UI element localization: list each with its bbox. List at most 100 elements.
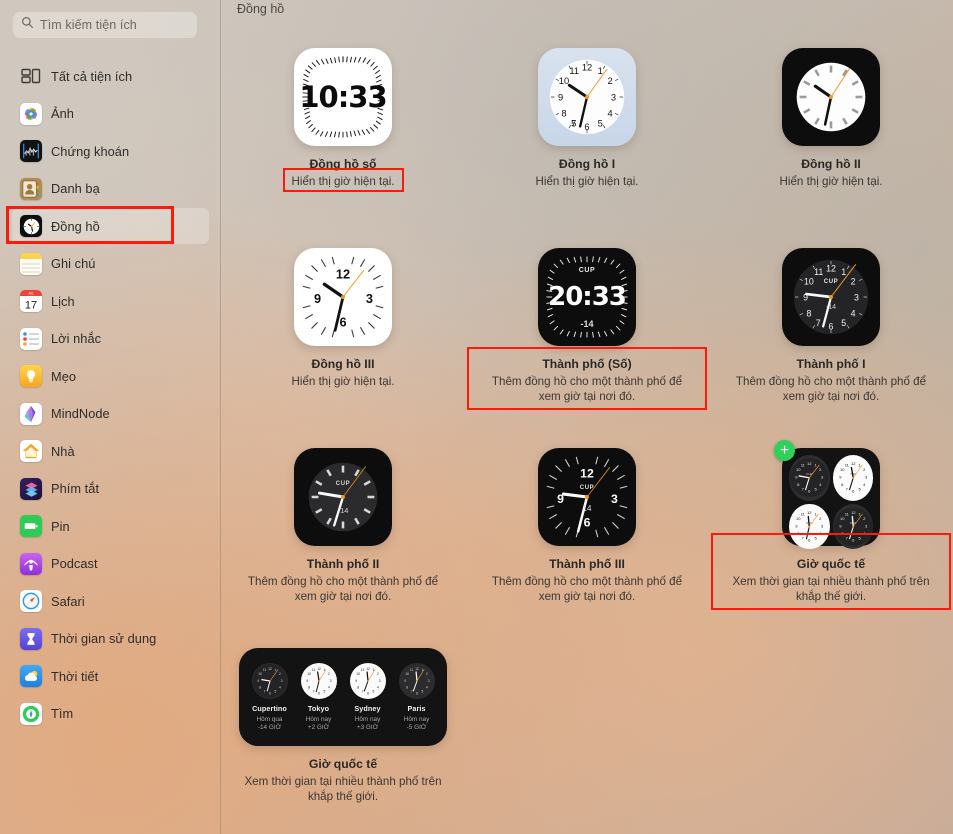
svg-text:11: 11 bbox=[801, 511, 806, 516]
sidebar-item-reminders[interactable]: Lời nhắc bbox=[12, 321, 209, 357]
svg-text:7: 7 bbox=[571, 119, 576, 129]
sidebar-item-all-widgets[interactable]: Tất cả tiện ích bbox=[12, 58, 209, 94]
svg-text:11: 11 bbox=[311, 668, 315, 672]
widget-preview-analog-clock-iii: 12 3 6 9 bbox=[294, 248, 392, 346]
search-input[interactable]: Tìm kiếm tiện ích bbox=[13, 12, 197, 38]
sidebar-item-weather[interactable]: Thời tiết bbox=[12, 658, 209, 694]
svg-text:9: 9 bbox=[314, 291, 321, 306]
sidebar-item-clock[interactable]: Đồng hồ bbox=[12, 208, 209, 244]
sidebar-item-calendar[interactable]: JUL 17 Lịch bbox=[12, 283, 209, 319]
widget-card-analog-clock-iii[interactable]: 12 3 6 9 Đồng hồ III Hiển thị giờ hiện t… bbox=[221, 230, 465, 430]
svg-text:12: 12 bbox=[850, 509, 855, 514]
widget-description: Hiển thị giờ hiện tại. bbox=[535, 175, 639, 188]
sidebar-item-label: Mẹo bbox=[51, 368, 77, 384]
sidebar-item-label: MindNode bbox=[51, 406, 110, 421]
widget-gallery-window: Tìm kiếm tiện ích Tất cả tiện ích Ảnh Ch… bbox=[0, 0, 953, 834]
sidebar-item-shortcuts[interactable]: Phím tắt bbox=[12, 471, 209, 507]
svg-text:5: 5 bbox=[323, 689, 325, 693]
mini-clock-sydney: 1212 345 678 91011 SYD bbox=[789, 503, 830, 549]
sidebar-item-find-my[interactable]: Tìm bbox=[12, 696, 209, 732]
sidebar-item-tips[interactable]: Mẹo bbox=[12, 358, 209, 394]
svg-text:9: 9 bbox=[355, 679, 357, 683]
svg-text:7: 7 bbox=[263, 689, 265, 693]
plus-icon: + bbox=[779, 441, 790, 459]
svg-text:1: 1 bbox=[598, 66, 603, 76]
sidebar-item-stocks[interactable]: Chứng khoán bbox=[12, 133, 209, 169]
sidebar-item-notes[interactable]: Ghi chú bbox=[12, 246, 209, 282]
reminders-app-icon bbox=[20, 327, 42, 350]
svg-text:6: 6 bbox=[269, 691, 271, 695]
sidebar-item-label: Lịch bbox=[51, 293, 75, 309]
time-offset-label: 14 bbox=[582, 504, 592, 513]
sidebar-item-photos[interactable]: Ảnh bbox=[12, 96, 209, 132]
svg-text:4: 4 bbox=[426, 685, 428, 689]
shortcuts-app-icon bbox=[20, 477, 42, 500]
sidebar-item-safari[interactable]: Safari bbox=[12, 583, 209, 619]
city-day: Hôm qua bbox=[256, 715, 283, 723]
battery-app-icon bbox=[20, 515, 42, 537]
svg-text:3: 3 bbox=[366, 291, 373, 306]
svg-text:8: 8 bbox=[308, 685, 310, 689]
sidebar-item-label: Thời gian sử dụng bbox=[51, 631, 157, 646]
add-widget-button[interactable]: + bbox=[774, 440, 795, 461]
widget-card-analog-clock-i[interactable]: 12 1 2 3 4 5 6 5 x 7 8 9 10 bbox=[465, 30, 709, 230]
city-name: Cupertino bbox=[252, 703, 287, 713]
sidebar-item-contacts[interactable]: Danh bạ bbox=[12, 171, 209, 207]
svg-text:3: 3 bbox=[854, 292, 859, 302]
svg-text:5: 5 bbox=[841, 318, 846, 328]
sidebar-item-label: Podcast bbox=[51, 556, 98, 571]
widget-description: Xem thời gian tại nhiều thành phố trên k… bbox=[244, 775, 442, 803]
widget-title: Thành phố III bbox=[549, 557, 625, 571]
svg-text:6: 6 bbox=[829, 321, 834, 331]
search-placeholder: Tìm kiếm tiện ích bbox=[40, 18, 137, 32]
widget-card-city-analog-i[interactable]: 12 1 2 3 4 5 6 7 8 9 10 11 CUP -14 Thành… bbox=[709, 230, 953, 430]
widget-card-city-digital[interactable]: CUP 20:33 -14 Thành phố (Số) Thêm đồng h… bbox=[465, 230, 709, 430]
svg-text:6: 6 bbox=[367, 691, 369, 695]
svg-text:12: 12 bbox=[336, 266, 350, 281]
sidebar-item-podcasts[interactable]: Podcast bbox=[12, 546, 209, 582]
svg-text:12: 12 bbox=[850, 461, 855, 466]
sidebar-item-battery[interactable]: Pin bbox=[12, 508, 209, 544]
city-day: Hôm nay bbox=[403, 715, 430, 723]
svg-text:10: 10 bbox=[307, 672, 311, 676]
svg-text:10: 10 bbox=[258, 672, 262, 676]
time-offset-label: -14 bbox=[580, 319, 594, 329]
digital-time-value: 20:33 bbox=[548, 282, 627, 312]
city-name: Paris bbox=[407, 703, 426, 713]
widget-description: Hiển thị giờ hiện tại. bbox=[779, 175, 883, 188]
widget-card-world-clock-wide[interactable]: 12 1 2 345 678 9 10 11 Cupertino Hôm qua… bbox=[221, 630, 465, 830]
widget-title: Giờ quốc tế bbox=[308, 757, 378, 771]
svg-text:2: 2 bbox=[377, 672, 379, 676]
svg-text:9: 9 bbox=[257, 679, 259, 683]
widget-description: Thêm đồng hồ cho một thành phố để xem gi… bbox=[491, 375, 683, 403]
svg-text:5: 5 bbox=[274, 689, 276, 693]
sidebar-item-screen-time[interactable]: Thời gian sử dụng bbox=[12, 621, 209, 657]
sidebar-item-mindnode[interactable]: MindNode bbox=[12, 396, 209, 432]
svg-text:10: 10 bbox=[405, 672, 409, 676]
widget-card-analog-clock-ii[interactable]: Đồng hồ II Hiển thị giờ hiện tại. bbox=[709, 30, 953, 230]
svg-text:10: 10 bbox=[796, 467, 801, 472]
sidebar-item-label: Lời nhắc bbox=[51, 331, 102, 346]
widget-card-city-analog-ii[interactable]: CUP -14 Thành phố II Thêm đồng hồ cho mộ… bbox=[221, 430, 465, 630]
sidebar-nav: Tất cả tiện ích Ảnh Chứng khoán Danh bạ … bbox=[0, 58, 220, 733]
city-offset: +3 GIỜ bbox=[356, 724, 379, 732]
widget-description: Thêm đồng hồ cho một thành phố để xem gi… bbox=[735, 375, 927, 403]
svg-text:12: 12 bbox=[807, 509, 812, 514]
svg-text:9: 9 bbox=[404, 679, 406, 683]
svg-text:2: 2 bbox=[426, 672, 428, 676]
widget-description: Hiển thị giờ hiện tại. bbox=[291, 175, 395, 188]
svg-text:6: 6 bbox=[584, 515, 591, 529]
widget-title: Đồng hồ III bbox=[311, 357, 375, 371]
mini-clock-face: 12 1 2 345 678 9 10 11 bbox=[398, 662, 435, 699]
sidebar-item-label: Pin bbox=[51, 518, 70, 534]
sidebar-item-home[interactable]: Nhà bbox=[12, 433, 209, 469]
svg-text:8: 8 bbox=[561, 109, 566, 119]
city-offset: -14 GIỜ bbox=[257, 724, 282, 732]
time-offset-label: -14 bbox=[825, 304, 837, 311]
mini-clock-cupertino: 12 1 2 345 678 9 10 11 CUP bbox=[789, 455, 830, 501]
widget-card-city-analog-iii[interactable]: 12 3 6 9 CUP 14 Thành phố III Thêm đồng … bbox=[465, 430, 709, 630]
widget-card-digital-clock[interactable]: 10:33 Đồng hồ số Hiển thị giờ hiện tại. bbox=[221, 30, 465, 230]
svg-text:10: 10 bbox=[559, 76, 569, 86]
sidebar-item-label: Đồng hồ bbox=[51, 218, 100, 234]
widget-card-world-clock-quad[interactable]: 12 1 2 345 678 9 10 11 CUP 12 1 2 3 4 5 … bbox=[709, 430, 953, 630]
